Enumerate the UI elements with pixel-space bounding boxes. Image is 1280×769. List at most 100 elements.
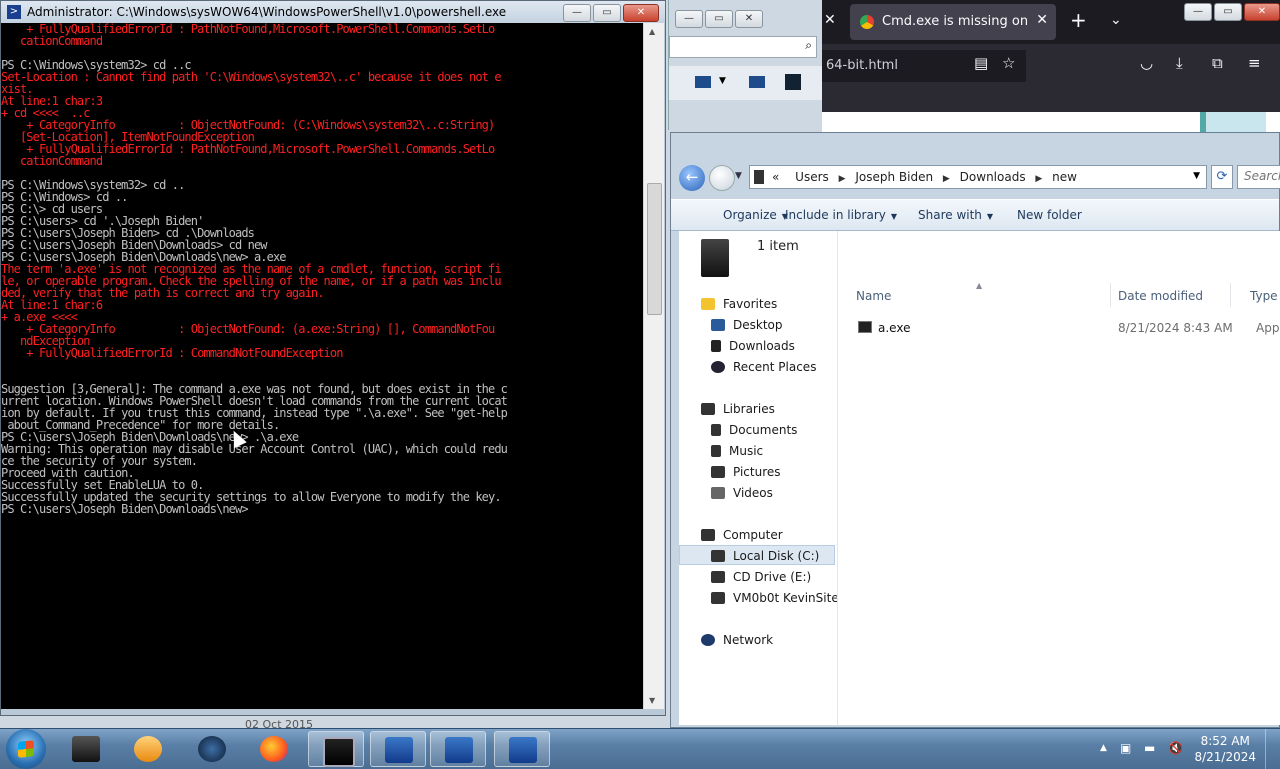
crumb-overflow[interactable]: « <box>772 170 779 184</box>
forward-button[interactable] <box>709 165 735 191</box>
crumb-downloads[interactable]: Downloads <box>960 170 1026 184</box>
nav-local-disk[interactable]: Local Disk (C:) <box>711 549 819 563</box>
tab-close-icon[interactable]: ✕ <box>1036 12 1048 28</box>
pocket-icon[interactable]: ◡ <box>1140 54 1153 72</box>
start-button[interactable] <box>6 729 46 769</box>
taskbar-app-powershell-1[interactable] <box>370 731 426 767</box>
volume-icon[interactable]: 🔇 <box>1168 741 1183 755</box>
downloads-icon[interactable]: ⤓ <box>1176 54 1183 72</box>
midwin-search-box[interactable]: ⌕ <box>669 36 817 58</box>
console-output[interactable]: + FullyQualifiedErrorId : PathNotFound,M… <box>1 23 643 709</box>
windows-logo-icon <box>18 740 34 758</box>
nav-cd-drive[interactable]: CD Drive (E:) <box>711 570 811 584</box>
maximize-button[interactable]: ▭ <box>1214 3 1242 21</box>
close-button[interactable]: ✕ <box>735 10 763 28</box>
taskbar-app-media-player[interactable] <box>120 731 176 767</box>
nav-videos-label: Videos <box>733 486 773 500</box>
system-tray: ▲ ▣ ▬ 🔇 8:52 AM 8/21/2024 <box>1090 729 1280 769</box>
refresh-button[interactable]: ⟳ <box>1211 165 1233 189</box>
taskbar-app-globe[interactable] <box>184 731 240 767</box>
nav-pictures[interactable]: Pictures <box>711 465 781 479</box>
nav-videos[interactable]: Videos <box>711 486 773 500</box>
include-in-library-button[interactable]: Include in library ▼ <box>785 208 897 222</box>
column-type[interactable]: Type <box>1250 289 1278 303</box>
explorer-window: ← ▼ « Users ▶ Joseph Biden ▶ Downloads ▶… <box>670 132 1280 728</box>
scroll-down-icon[interactable]: ▼ <box>649 696 655 705</box>
nav-network-share[interactable]: VM0b0t KevinSite <box>711 591 839 605</box>
column-date-modified[interactable]: Date modified <box>1118 289 1203 303</box>
include-in-library-label: Include in library <box>785 208 886 222</box>
taskbar-app-explorer[interactable] <box>58 731 114 767</box>
network-drive-icon <box>711 592 725 604</box>
vertical-scrollbar[interactable]: ▲ ▼ <box>643 23 664 709</box>
address-area: ← ▼ « Users ▶ Joseph Biden ▶ Downloads ▶… <box>671 157 1280 197</box>
nav-computer[interactable]: Computer <box>701 528 783 542</box>
nav-documents[interactable]: Documents <box>711 423 797 437</box>
taskbar-app-console[interactable] <box>308 731 364 767</box>
maximize-button[interactable]: ▭ <box>705 10 733 28</box>
minimize-button[interactable]: — <box>1184 3 1212 21</box>
tab-title: Cmd.exe is missing on Windo <box>882 14 1032 29</box>
address-dropdown-icon[interactable]: ▼ <box>1193 171 1200 181</box>
new-tab-button[interactable]: + <box>1070 8 1087 32</box>
column-divider[interactable] <box>1110 283 1111 307</box>
nav-downloads[interactable]: Downloads <box>711 339 795 353</box>
nav-music[interactable]: Music <box>711 444 763 458</box>
nav-favorites[interactable]: Favorites <box>701 297 777 311</box>
chevron-down-icon[interactable]: ▼ <box>719 76 726 86</box>
crumb-users[interactable]: Users <box>795 170 829 184</box>
network-adapter-icon[interactable]: ▣ <box>1120 741 1131 755</box>
nav-recent-places[interactable]: Recent Places <box>711 360 816 374</box>
crumb-joseph-biden[interactable]: Joseph Biden <box>855 170 933 184</box>
recent-pages-icon[interactable]: ▼ <box>735 171 742 181</box>
nav-libraries[interactable]: Libraries <box>701 402 775 416</box>
monitor-icon[interactable]: ▬ <box>1144 741 1155 755</box>
close-icon[interactable]: ✕ <box>824 12 836 28</box>
crumb-arrow-icon[interactable]: ▶ <box>1035 174 1042 184</box>
clock[interactable]: 8:52 AM 8/21/2024 <box>1194 733 1256 765</box>
back-button[interactable]: ← <box>679 165 705 191</box>
taskbar-app-firefox[interactable] <box>246 731 302 767</box>
favicon-icon <box>860 15 874 29</box>
scroll-thumb[interactable] <box>647 183 662 315</box>
new-folder-button[interactable]: New folder <box>1017 208 1082 222</box>
crumb-arrow-icon[interactable]: ▶ <box>943 174 950 184</box>
reader-view-icon[interactable]: ▤ <box>974 54 988 72</box>
command-bar: Organize ▼ Include in library ▼ Share with… <box>671 199 1279 231</box>
menu-icon[interactable]: ≡ <box>1248 54 1261 72</box>
close-button[interactable]: ✕ <box>623 4 659 22</box>
crumb-new[interactable]: new <box>1052 170 1077 184</box>
preview-pane-icon[interactable] <box>749 76 765 88</box>
search-input[interactable] <box>1244 169 1280 183</box>
taskbar-app-powershell-3[interactable] <box>494 731 550 767</box>
hard-drive-icon <box>711 550 725 562</box>
nav-network[interactable]: Network <box>701 633 773 647</box>
show-desktop-button[interactable] <box>1265 729 1280 769</box>
search-box[interactable] <box>1237 165 1280 189</box>
column-name[interactable]: Name <box>856 289 891 303</box>
scroll-up-icon[interactable]: ▲ <box>649 27 655 36</box>
maximize-button[interactable]: ▭ <box>593 4 621 22</box>
taskbar-app-powershell-2[interactable] <box>430 731 486 767</box>
browser-tab[interactable]: Cmd.exe is missing on Windo ✕ <box>850 4 1056 40</box>
nav-desktop[interactable]: Desktop <box>711 318 783 332</box>
list-all-tabs-icon[interactable]: ⌄ <box>1110 12 1122 28</box>
share-with-button[interactable]: Share with ▼ <box>918 208 993 222</box>
minimize-button[interactable]: — <box>675 10 703 28</box>
extensions-icon[interactable]: ⧉ <box>1212 54 1223 72</box>
console-line: + CategoryInfo : ObjectNotFound: (a.exe:… <box>1 322 495 336</box>
close-button[interactable]: ✕ <box>1244 3 1280 21</box>
column-divider[interactable] <box>1230 283 1231 307</box>
file-row[interactable]: a.exe 8/21/2024 8:43 AM Applicat <box>858 319 1280 339</box>
bookmark-star-icon[interactable]: ☆ <box>1002 54 1015 72</box>
organize-button[interactable]: Organize ▼ <box>723 208 788 222</box>
videos-icon <box>711 487 725 499</box>
help-icon[interactable] <box>785 74 801 90</box>
breadcrumb[interactable]: « Users ▶ Joseph Biden ▶ Downloads ▶ new… <box>749 165 1207 189</box>
url-bar[interactable]: 64-bit.html <box>822 50 1026 82</box>
view-icon[interactable] <box>695 76 711 88</box>
crumb-arrow-icon[interactable]: ▶ <box>839 174 846 184</box>
show-hidden-icons-icon[interactable]: ▲ <box>1100 743 1107 753</box>
powershell-titlebar[interactable]: > Administrator: C:\Windows\sysWOW64\Win… <box>1 1 665 23</box>
minimize-button[interactable]: — <box>563 4 591 22</box>
